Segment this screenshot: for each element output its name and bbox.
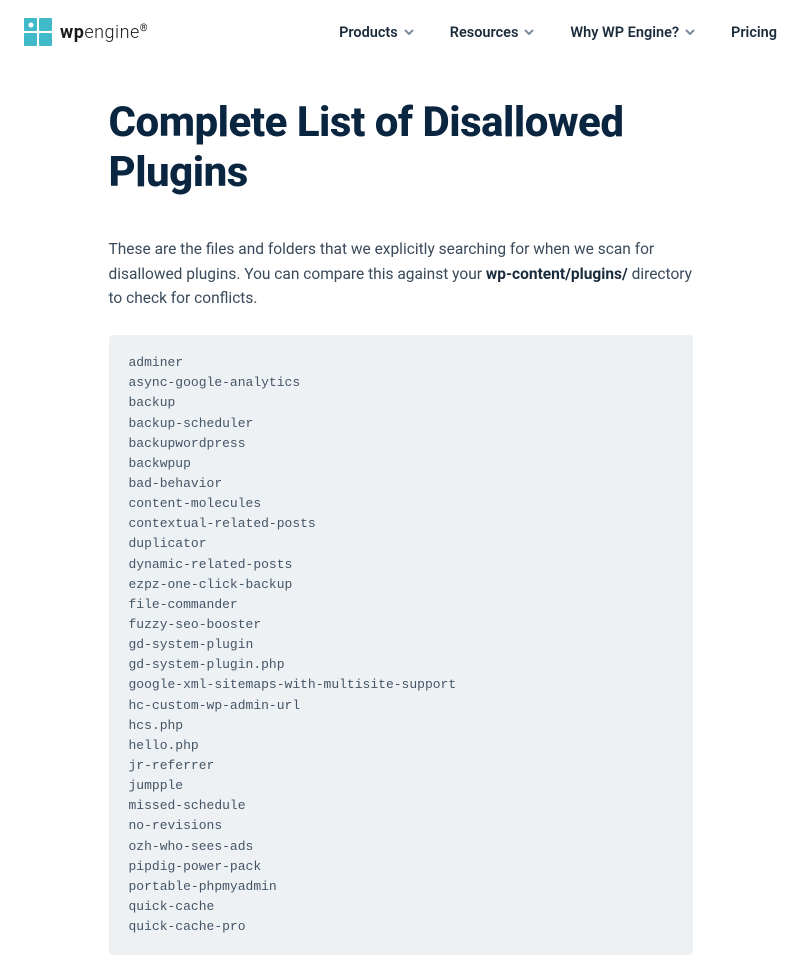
logo-text: wpengine®	[60, 22, 148, 43]
header: wpengine® Products Resources Why WP Engi…	[0, 0, 801, 64]
nav-resources[interactable]: Resources	[450, 24, 535, 41]
content: Complete List of Disallowed Plugins Thes…	[61, 64, 741, 955]
logo-bold: wp	[60, 22, 84, 43]
chevron-down-icon	[404, 27, 414, 37]
nav: Products Resources Why WP Engine? Pricin…	[339, 24, 777, 41]
plugin-list-code: adminer async-google-analytics backup ba…	[109, 335, 693, 955]
logo-icon	[24, 18, 52, 46]
nav-why-label: Why WP Engine?	[570, 24, 679, 41]
nav-products[interactable]: Products	[339, 24, 414, 41]
chevron-down-icon	[524, 27, 534, 37]
logo-light: engine	[84, 22, 139, 43]
intro-text: These are the files and folders that we …	[109, 237, 693, 311]
nav-why[interactable]: Why WP Engine?	[570, 24, 695, 41]
page-title: Complete List of Disallowed Plugins	[109, 98, 693, 199]
nav-resources-label: Resources	[450, 24, 519, 41]
nav-products-label: Products	[339, 24, 398, 41]
logo-registered: ®	[140, 23, 148, 34]
nav-pricing[interactable]: Pricing	[731, 24, 777, 41]
intro-code: wp-content/plugins/	[486, 265, 628, 283]
chevron-down-icon	[685, 27, 695, 37]
logo[interactable]: wpengine®	[24, 18, 148, 46]
nav-pricing-label: Pricing	[731, 24, 777, 41]
